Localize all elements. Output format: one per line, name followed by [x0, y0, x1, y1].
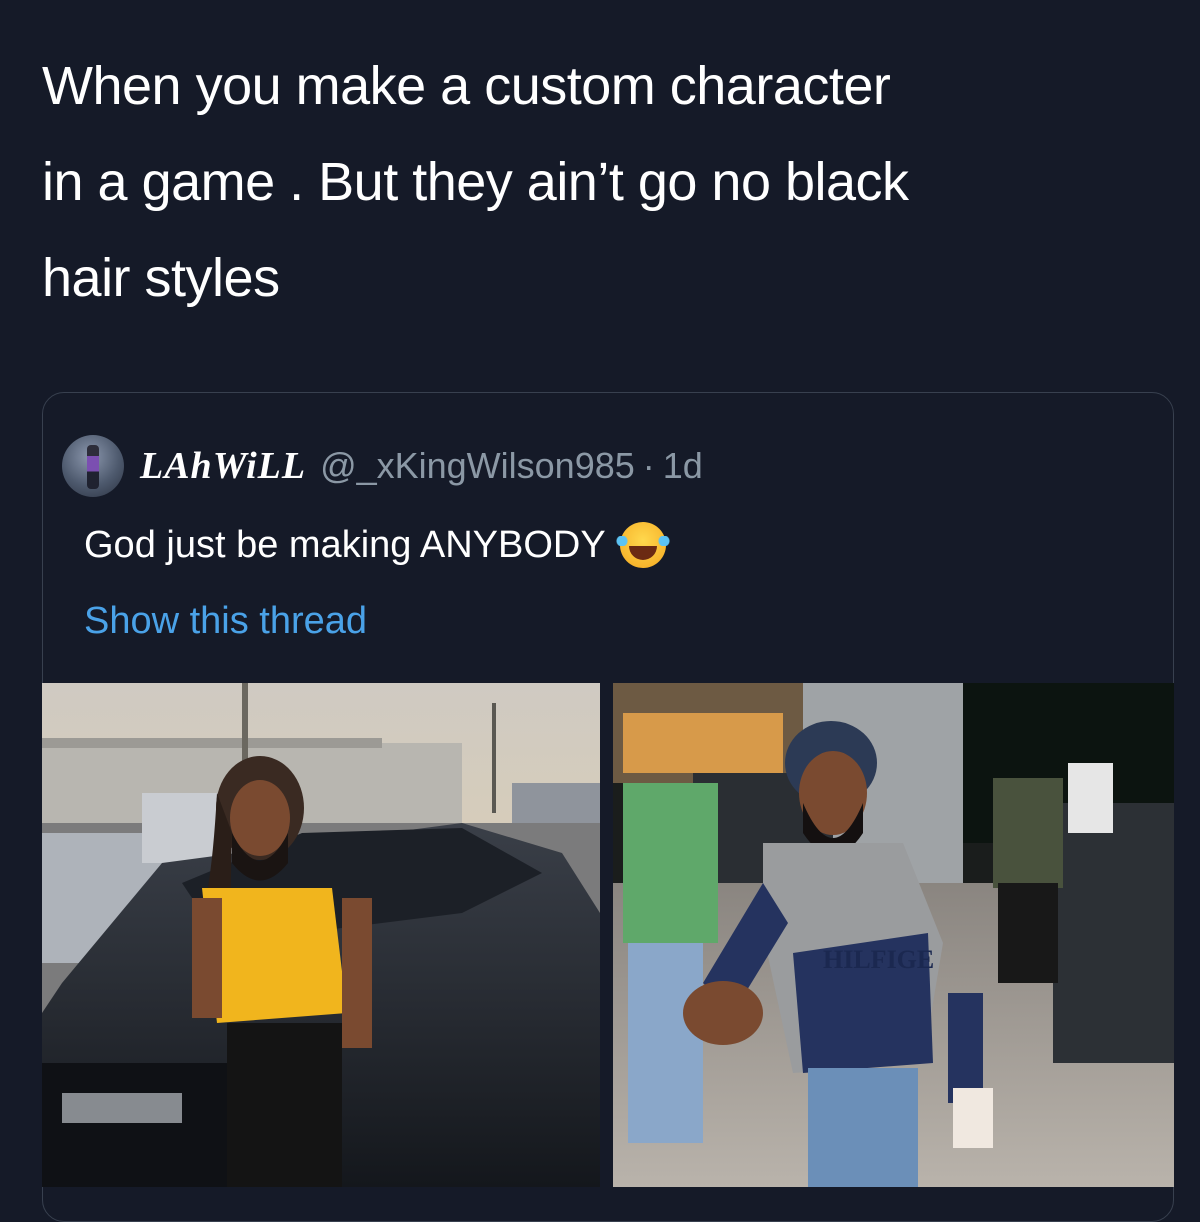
shirt-brand-text: HILFIGE — [823, 945, 934, 974]
caption-line-3: hair styles — [42, 248, 280, 308]
separator-dot: · — [642, 445, 655, 486]
tweet-photo-left[interactable] — [42, 683, 600, 1187]
timestamp[interactable]: 1d — [663, 445, 703, 487]
tweet-photo-right[interactable]: HILFIGE — [613, 683, 1174, 1187]
caption-line-2: in a game . But they ain’t go no black — [42, 152, 909, 212]
quoted-tweet-header: LAhWiLL @_xKingWilson985 · 1d — [62, 434, 703, 498]
user-handle[interactable]: @_xKingWilson985 — [320, 445, 635, 487]
tweet-text-body: God just be making ANYBODY — [84, 523, 606, 566]
meme-caption: When you make a custom character in a ga… — [42, 38, 1162, 326]
show-thread-link[interactable]: Show this thread — [84, 600, 367, 643]
tweet-text: God just be making ANYBODY — [84, 522, 672, 568]
caption-line-1: When you make a custom character — [42, 56, 891, 116]
avatar[interactable] — [62, 435, 124, 497]
display-name[interactable]: LAhWiLL — [140, 444, 306, 488]
laughing-emoji-icon — [613, 522, 672, 568]
